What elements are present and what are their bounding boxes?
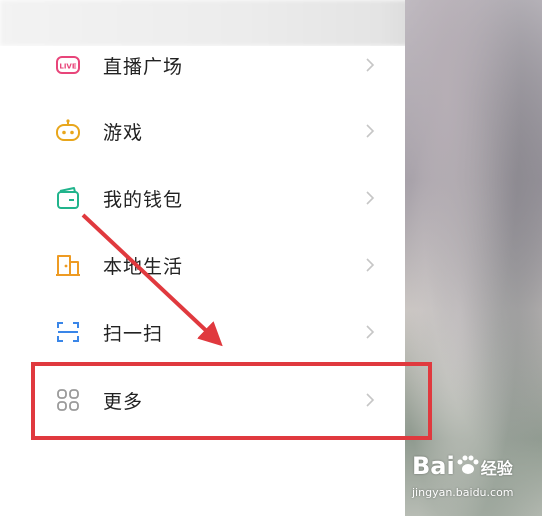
menu-item-game[interactable]: 游戏 <box>0 98 405 164</box>
watermark-url: jingyan.baidu.com <box>412 486 514 499</box>
chevron-right-icon <box>366 58 375 72</box>
wallet-icon <box>54 184 82 212</box>
watermark-brand: Bai 经验 <box>412 452 513 480</box>
menu-item-label: 直播广场 <box>103 55 184 78</box>
paw-logo-icon <box>457 455 479 474</box>
game-controller-icon <box>54 117 82 145</box>
chevron-right-icon <box>366 258 375 272</box>
menu-item-label: 我的钱包 <box>103 188 184 211</box>
menu-item-wallet[interactable]: 我的钱包 <box>0 165 405 231</box>
chevron-right-icon <box>366 325 375 339</box>
menu-item-local-life[interactable]: 本地生活 <box>0 232 405 298</box>
chevron-right-icon <box>366 124 375 138</box>
side-drawer-menu: LIVE 直播广场 游戏 我的钱包 本地生活 扫一扫 更多 <box>0 46 405 516</box>
local-life-icon <box>54 251 82 279</box>
live-icon: LIVE <box>54 51 82 79</box>
menu-item-label: 扫一扫 <box>103 322 164 345</box>
annotation-highlight-box <box>31 362 432 440</box>
svg-text:LIVE: LIVE <box>59 63 76 71</box>
baidu-jingyan-watermark: Bai 经验 jingyan.baidu.com <box>412 452 537 504</box>
menu-item-label: 本地生活 <box>103 255 184 278</box>
chevron-right-icon <box>366 191 375 205</box>
menu-item-scan[interactable]: 扫一扫 <box>0 299 405 365</box>
scan-icon <box>54 318 82 346</box>
menu-item-label: 游戏 <box>103 121 144 144</box>
menu-item-live-square[interactable]: LIVE 直播广场 <box>0 32 405 98</box>
